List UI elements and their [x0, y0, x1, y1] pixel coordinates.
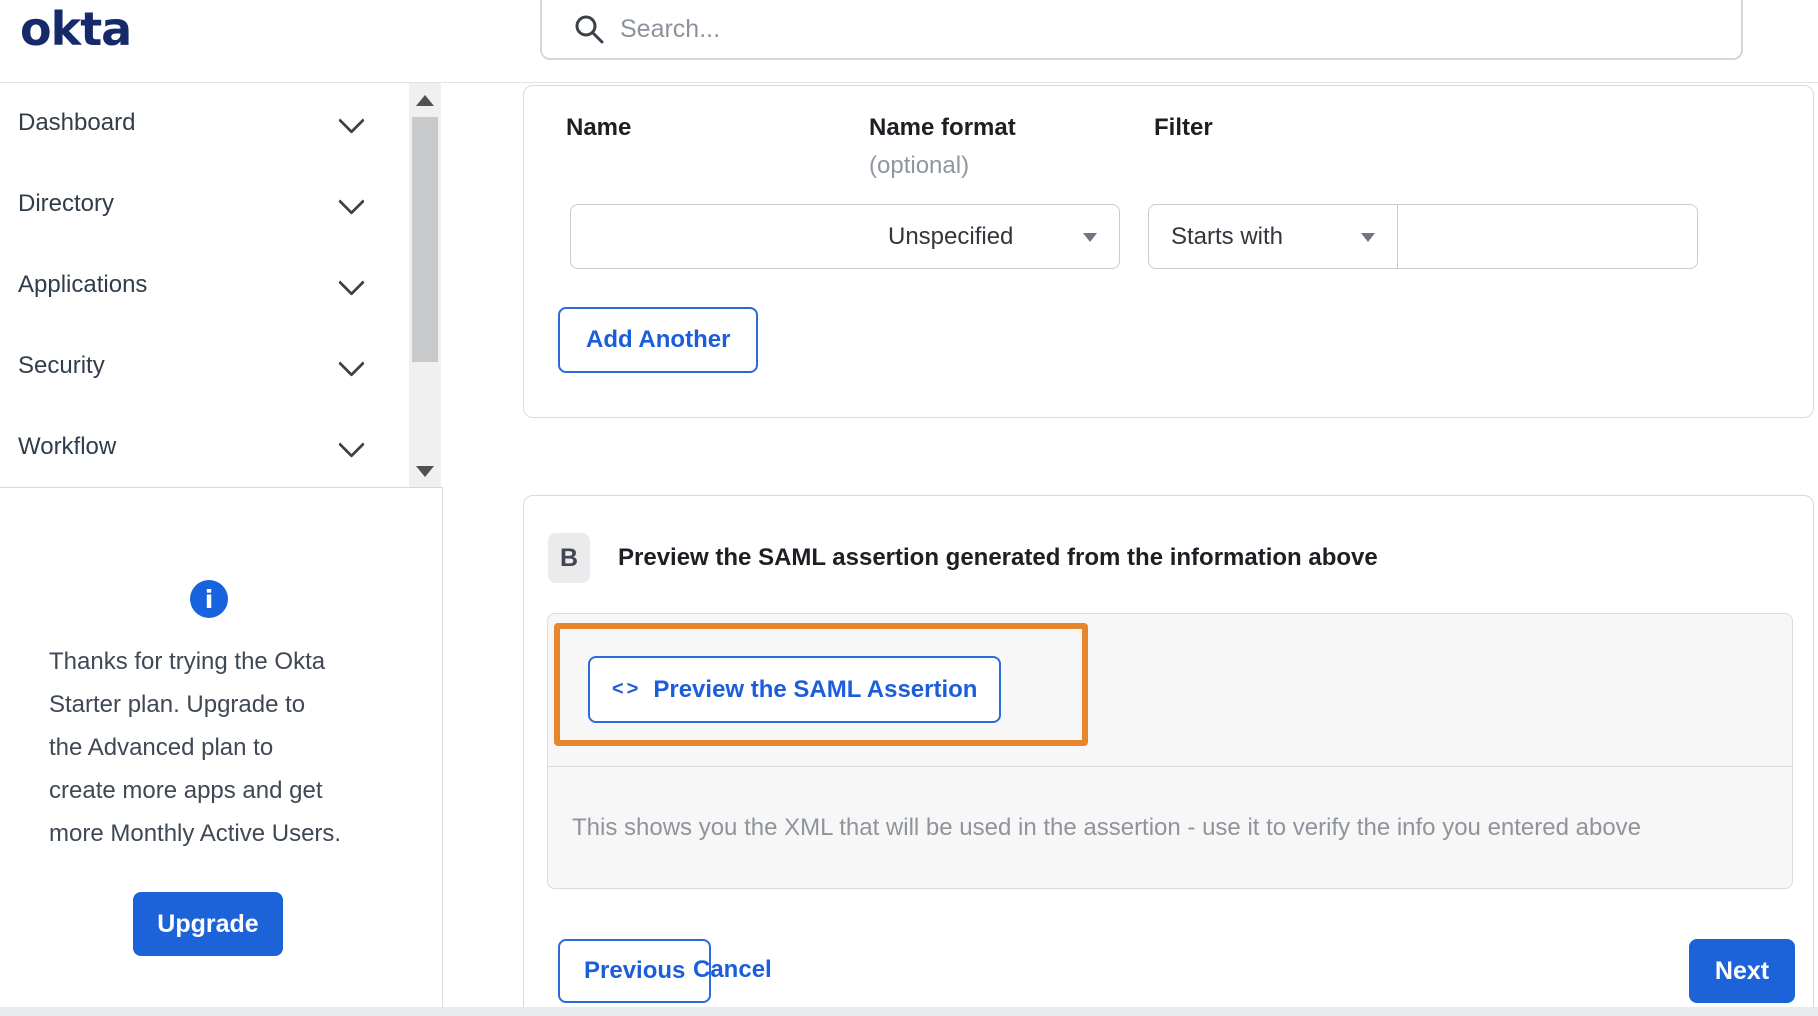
info-icon: i	[190, 580, 228, 618]
caret-down-icon	[1361, 232, 1375, 242]
search-icon	[575, 15, 604, 44]
top-header: okta	[0, 0, 1818, 83]
scroll-up-icon[interactable]	[416, 95, 434, 106]
attribute-statements-card: Name Name format (optional) Filter Unspe…	[523, 85, 1814, 418]
next-button[interactable]: Next	[1689, 939, 1795, 1003]
sidebar-item-label: Applications	[18, 270, 148, 298]
horizontal-scrollbar-track	[0, 1007, 1818, 1016]
name-format-dropdown[interactable]: Unspecified	[866, 204, 1120, 269]
search-input[interactable]	[618, 13, 1522, 45]
preview-saml-assertion-button[interactable]: <> Preview the SAML Assertion	[588, 656, 1002, 723]
preview-button-label: Preview the SAML Assertion	[653, 675, 978, 703]
preview-description: This shows you the XML that will be used…	[572, 814, 1642, 841]
filter-operator-value: Starts with	[1171, 222, 1284, 250]
upsell-line: more Monthly Active Users.	[49, 820, 342, 847]
chevron-down-icon	[338, 268, 365, 296]
caret-down-icon	[1083, 232, 1097, 242]
filter-column-label: Filter	[1154, 114, 1213, 141]
sidebar-nav: Dashboard Directory Applications Securit…	[0, 82, 443, 488]
sidebar-item-directory[interactable]: Directory	[0, 163, 443, 244]
preview-panel-bottom: This shows you the XML that will be used…	[548, 767, 1792, 889]
sidebar-item-dashboard[interactable]: Dashboard	[0, 82, 443, 163]
section-b-badge: B	[548, 533, 590, 583]
code-brackets-icon: <>	[612, 678, 642, 700]
chevron-down-icon	[338, 349, 365, 377]
attribute-name-input[interactable]	[570, 204, 867, 269]
upsell-message: Thanks for trying the Okta Starter plan.…	[49, 640, 379, 855]
filter-value-input[interactable]	[1398, 204, 1698, 269]
sidebar-scrollbar[interactable]	[409, 83, 441, 487]
okta-admin-page: okta Dashboard Directory Applications	[0, 0, 1818, 1016]
chevron-down-icon	[338, 187, 365, 215]
name-format-optional-label: (optional)	[869, 152, 970, 179]
chevron-down-icon	[338, 106, 365, 134]
sidebar: Dashboard Directory Applications Securit…	[0, 82, 443, 1016]
sidebar-item-label: Directory	[18, 189, 115, 217]
previous-button[interactable]: Previous	[558, 939, 712, 1003]
upsell-line: the Advanced plan to	[49, 734, 274, 761]
sidebar-item-label: Security	[18, 351, 105, 379]
sidebar-item-applications[interactable]: Applications	[0, 244, 443, 325]
upgrade-button[interactable]: Upgrade	[133, 892, 283, 956]
sidebar-item-label: Dashboard	[18, 108, 136, 136]
okta-logo: okta	[20, 2, 132, 56]
scroll-down-icon[interactable]	[416, 466, 434, 477]
sidebar-item-security[interactable]: Security	[0, 325, 443, 406]
name-format-value: Unspecified	[888, 222, 1014, 250]
cancel-link[interactable]: Cancel	[693, 956, 772, 984]
name-format-column-label: Name format	[869, 114, 1016, 141]
upsell-line: create more apps and get	[49, 777, 323, 804]
filter-operator-dropdown[interactable]: Starts with	[1148, 204, 1398, 269]
chevron-down-icon	[338, 430, 365, 458]
upsell-line: Starter plan. Upgrade to	[49, 691, 306, 718]
global-search[interactable]	[540, 0, 1743, 60]
sidebar-item-label: Workflow	[18, 432, 117, 460]
name-column-label: Name	[566, 114, 632, 141]
scrollbar-thumb[interactable]	[412, 117, 438, 362]
upsell-line: Thanks for trying the Okta	[49, 648, 326, 675]
sidebar-item-workflow[interactable]: Workflow	[0, 406, 443, 487]
add-another-button[interactable]: Add Another	[558, 307, 759, 373]
preview-assertion-card: B Preview the SAML assertion generated f…	[523, 495, 1814, 1016]
section-b-title: Preview the SAML assertion generated fro…	[618, 544, 1378, 571]
